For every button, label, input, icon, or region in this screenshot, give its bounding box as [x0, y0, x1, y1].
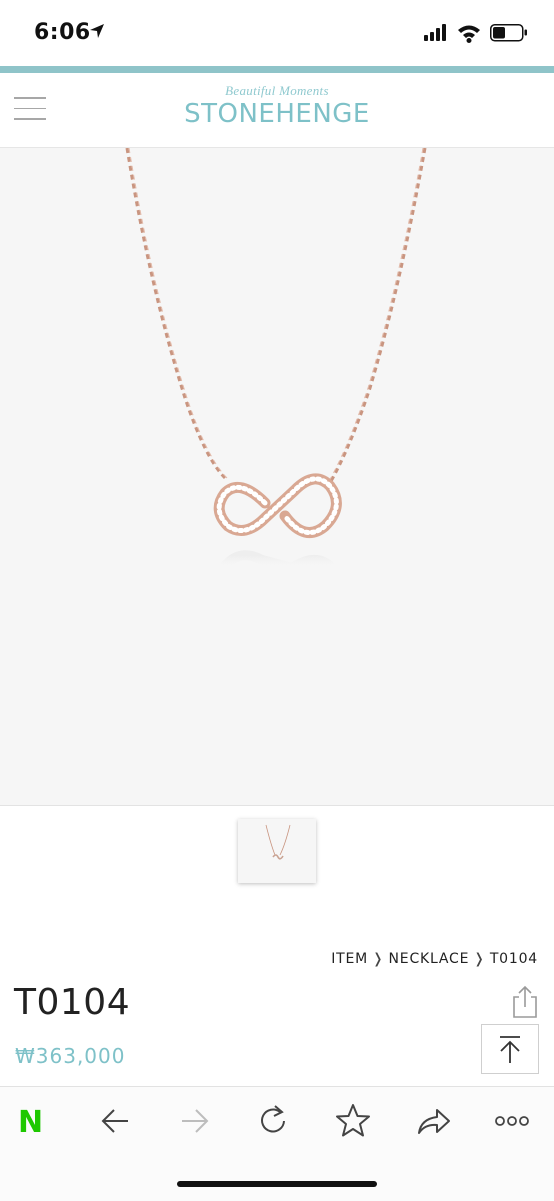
breadcrumb-separator: ❭ — [473, 951, 486, 967]
scroll-top-button[interactable] — [481, 1024, 539, 1074]
brand-tagline: Beautiful Moments — [225, 83, 329, 98]
product-title: T0104 — [14, 982, 131, 1023]
breadcrumb-separator: ❭ — [372, 951, 385, 967]
breadcrumb-item[interactable]: NECKLACE — [389, 951, 470, 967]
product-image[interactable] — [0, 148, 554, 806]
naver-logo[interactable]: N — [18, 1105, 43, 1140]
breadcrumb: ITEM ❭ NECKLACE ❭ T0104 — [331, 951, 538, 967]
battery-icon — [490, 24, 527, 42]
share-page-button[interactable] — [411, 1101, 455, 1141]
thumbnail-image — [265, 824, 291, 860]
breadcrumb-item[interactable]: T0104 — [490, 951, 538, 967]
forward-button[interactable] — [172, 1101, 216, 1141]
necklace-illustration — [125, 148, 427, 574]
wifi-icon — [458, 25, 480, 43]
home-indicator[interactable] — [177, 1181, 377, 1187]
more-button[interactable] — [490, 1101, 534, 1141]
status-time: 6:06 — [34, 20, 91, 45]
status-indicators — [424, 24, 527, 43]
arrow-up-icon — [500, 1036, 520, 1063]
brand-logo[interactable]: Beautiful Moments STONEHENGE — [0, 83, 554, 129]
reload-button[interactable] — [252, 1101, 296, 1141]
bookmark-button[interactable] — [331, 1101, 375, 1141]
signal-icon — [424, 24, 446, 41]
site-header: Beautiful Moments STONEHENGE — [0, 73, 554, 148]
header-accent-line — [0, 66, 554, 73]
share-button[interactable] — [510, 985, 540, 1019]
product-price: ₩363,000 — [15, 1044, 126, 1068]
status-bar: 6:06 — [0, 0, 554, 66]
product-thumbnail[interactable] — [238, 819, 316, 883]
location-arrow-icon — [90, 24, 104, 38]
share-icon — [513, 985, 537, 1018]
brand-name: STONEHENGE — [184, 99, 370, 129]
back-button[interactable] — [94, 1101, 138, 1141]
breadcrumb-item[interactable]: ITEM — [331, 951, 368, 967]
